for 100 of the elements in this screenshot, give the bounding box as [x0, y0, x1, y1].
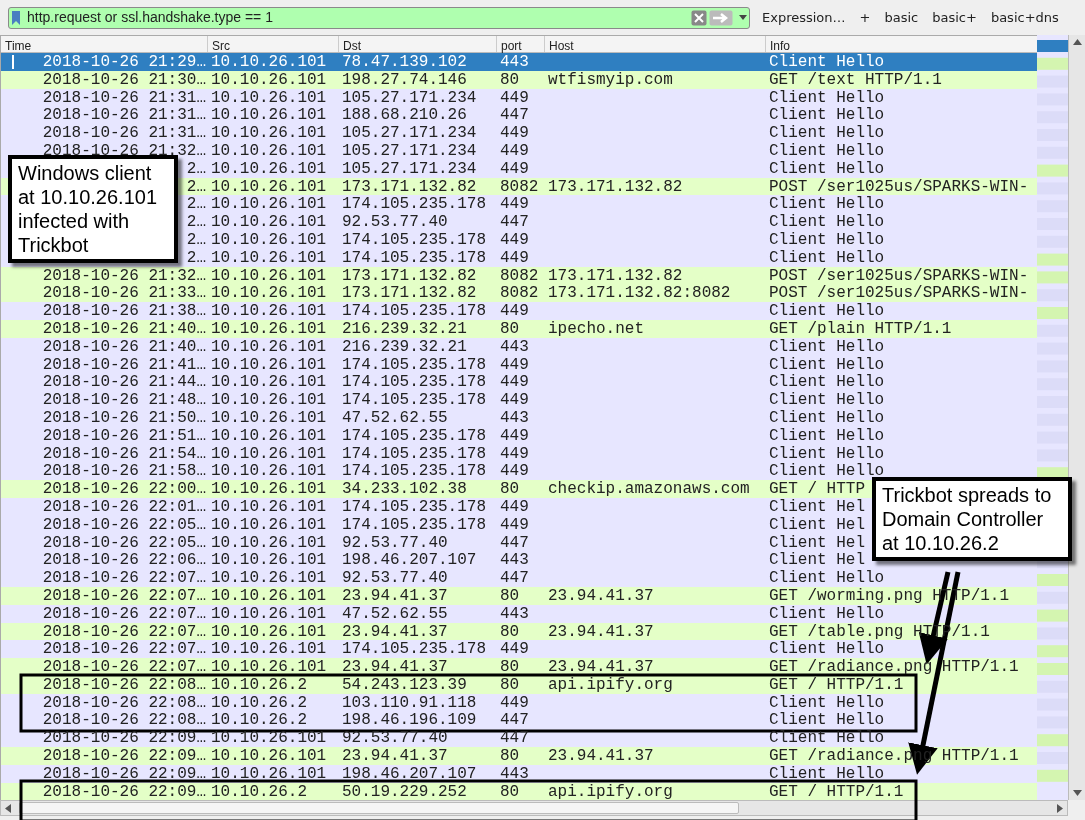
- packet-row[interactable]: 2018-10-26 21:33… 10.10.26.101 173.171.132.82 8082 173.171.132.82:8082 POST /ser1025us/SPARKS-WIN-: [1, 284, 1037, 303]
- port-cell: 449: [500, 88, 529, 107]
- destination-cell: 174.105.235.178: [342, 515, 487, 534]
- packet-row[interactable]: 2018-10-26 22:07… 10.10.26.101 174.105.235.178 449 Client Hello: [1, 640, 1037, 659]
- info-cell: Client Hello: [769, 302, 885, 320]
- destination-cell: 198.27.74.146: [342, 70, 467, 89]
- packet-row[interactable]: 2018-10-26 21:31… 10.10.26.101 188.68.210.26 447 Client Hello: [1, 106, 1037, 125]
- destination-cell: 92.53.77.40: [342, 533, 448, 552]
- source-cell: 10.10.26.101: [211, 640, 327, 659]
- time-cell: 2018-10-26 22:09…: [42, 729, 206, 748]
- host-cell: 23.94.41.37: [548, 622, 654, 641]
- vertical-scrollbar[interactable]: [1068, 35, 1085, 800]
- packet-row[interactable]: 2018-10-26 22:08… 10.10.26.2 198.46.196.109 447 Client Hello: [1, 711, 1037, 730]
- source-cell: 10.10.26.101: [211, 426, 327, 445]
- column-header[interactable]: Time: [5, 39, 32, 53]
- packet-row[interactable]: 2018-10-26 21:44… 10.10.26.101 174.105.235.178 449 Client Hello: [1, 373, 1037, 392]
- port-cell: 447: [500, 729, 529, 748]
- source-cell: 10.10.26.101: [211, 586, 327, 605]
- destination-cell: 50.19.229.252: [342, 782, 467, 800]
- destination-cell: 198.46.207.107: [342, 764, 477, 783]
- source-cell: 10.10.26.101: [211, 230, 327, 249]
- info-cell: GET /radiance.png HTTP/1.1: [769, 658, 1019, 676]
- time-cell: 2018-10-26 21:40…: [42, 319, 206, 338]
- time-cell: 2018-10-26 22:05…: [42, 533, 206, 552]
- time-cell: 2018-10-26 21:40…: [42, 337, 206, 356]
- clear-icon[interactable]: [691, 9, 707, 26]
- destination-cell: 174.105.235.178: [342, 355, 487, 374]
- port-cell: 449: [500, 640, 529, 659]
- source-cell: 10.10.26.101: [211, 159, 327, 178]
- packet-row[interactable]: 2018-10-26 22:09… 10.10.26.101 92.53.77.40 447 Client Hello: [1, 729, 1037, 748]
- destination-cell: 174.105.235.178: [342, 373, 487, 392]
- host-cell: 173.171.132.82: [548, 177, 683, 196]
- time-cell: 2…: [186, 195, 206, 214]
- scroll-left-icon[interactable]: [5, 803, 11, 813]
- packet-row[interactable]: 2018-10-26 22:06… 10.10.26.101 198.46.207.107 443 Client Hel: [1, 551, 1037, 570]
- time-cell: 2018-10-26 21:51…: [42, 426, 206, 445]
- info-cell: Client Hello: [769, 213, 885, 231]
- column-header[interactable]: Info: [770, 39, 790, 53]
- host-cell: 173.171.132.82:8082: [548, 284, 731, 303]
- port-cell: 443: [500, 551, 529, 570]
- source-cell: 10.10.26.101: [211, 248, 327, 267]
- info-cell: Client Hello: [769, 444, 885, 463]
- port-cell: 447: [500, 711, 529, 730]
- info-cell: GET /text HTTP/1.1: [769, 70, 942, 89]
- port-cell: 80: [500, 622, 520, 641]
- time-cell: 2…: [186, 159, 206, 178]
- scroll-right-icon[interactable]: [1057, 803, 1063, 813]
- port-cell: 449: [500, 124, 529, 142]
- source-cell: 10.10.26.101: [211, 302, 327, 320]
- destination-cell: 174.105.235.178: [342, 230, 487, 249]
- column-header[interactable]: Host: [549, 39, 574, 53]
- port-cell: 449: [500, 444, 529, 463]
- time-cell: 2018-10-26 22:01…: [42, 497, 206, 516]
- packet-row[interactable]: 2018-10-26 21:38… 10.10.26.101 174.105.235.178 449 Client Hello: [1, 302, 1037, 320]
- host-cell: 23.94.41.37: [548, 658, 654, 676]
- time-cell: 2018-10-26 22:09…: [42, 764, 206, 783]
- dropdown-caret-icon[interactable]: [739, 14, 747, 21]
- info-cell: GET / HTTP/1.1: [769, 675, 904, 694]
- port-cell: 449: [500, 462, 529, 481]
- time-cell: 2018-10-26 21:41…: [42, 355, 206, 374]
- packet-row[interactable]: 2018-10-26 21:31… 10.10.26.101 105.27.171.234 449 Client Hello: [1, 124, 1037, 142]
- info-cell: Client Hello: [769, 426, 885, 445]
- destination-cell: 188.68.210.26: [342, 106, 467, 125]
- port-cell: 449: [500, 693, 529, 712]
- column-header[interactable]: port: [501, 39, 522, 53]
- source-cell: 10.10.26.101: [211, 124, 327, 142]
- scrollbar-thumb[interactable]: [19, 802, 739, 814]
- source-cell: 10.10.26.101: [211, 337, 327, 356]
- port-cell: 447: [500, 106, 529, 125]
- packet-row[interactable]: 2018-10-26 22:07… 10.10.26.101 23.94.41.37 80 23.94.41.37 GET /radiance.png HTTP/1.1: [1, 658, 1037, 676]
- filter-button[interactable]: basic: [882, 7, 921, 28]
- time-cell: 2018-10-26 21:33…: [42, 284, 206, 303]
- packet-row[interactable]: 2018-10-26 21:58… 10.10.26.101 174.105.235.178 449 Client Hello: [1, 462, 1037, 481]
- filter-button[interactable]: +: [857, 7, 873, 28]
- time-cell: 2018-10-26 22:09…: [42, 747, 206, 765]
- info-cell: Client Hello: [769, 729, 885, 748]
- display-filter-field[interactable]: http.request or ssl.handshake.type == 1: [8, 6, 750, 29]
- source-cell: 10.10.26.101: [211, 622, 327, 641]
- filter-button[interactable]: Expression…: [760, 7, 848, 28]
- scroll-up-icon[interactable]: [1072, 39, 1082, 45]
- port-cell: 443: [500, 764, 529, 783]
- column-header[interactable]: Dst: [343, 39, 361, 53]
- time-cell: 2018-10-26 22:07…: [42, 658, 206, 676]
- source-cell: 10.10.26.101: [211, 142, 327, 160]
- time-cell: 2018-10-26 21:29…: [42, 53, 206, 71]
- time-cell: 2018-10-26 21:32…: [42, 142, 206, 160]
- scroll-down-icon[interactable]: [1072, 790, 1082, 796]
- info-cell: Client Hello: [769, 693, 885, 712]
- packet-row[interactable]: 2018-10-26 21:48… 10.10.26.101 174.105.235.178 449 Client Hello: [1, 391, 1037, 409]
- packet-row[interactable]: 2018-10-26 21:29… 10.10.26.101 78.47.139.102 443 Client Hello: [1, 53, 1037, 71]
- horizontal-scrollbar[interactable]: [0, 800, 1068, 816]
- destination-cell: 216.239.32.21: [342, 337, 467, 356]
- filter-button[interactable]: basic+: [930, 7, 979, 28]
- filter-button[interactable]: basic+dns: [988, 7, 1061, 28]
- packet-row[interactable]: 2018-10-26 22:07… 10.10.26.101 92.53.77.40 447 Client Hello: [1, 569, 1037, 587]
- info-cell: POST /ser1025us/SPARKS-WIN-: [769, 177, 1029, 196]
- port-cell: 80: [500, 319, 520, 338]
- destination-cell: 174.105.235.178: [342, 497, 487, 516]
- port-cell: 80: [500, 586, 520, 605]
- column-header[interactable]: Src: [212, 39, 230, 53]
